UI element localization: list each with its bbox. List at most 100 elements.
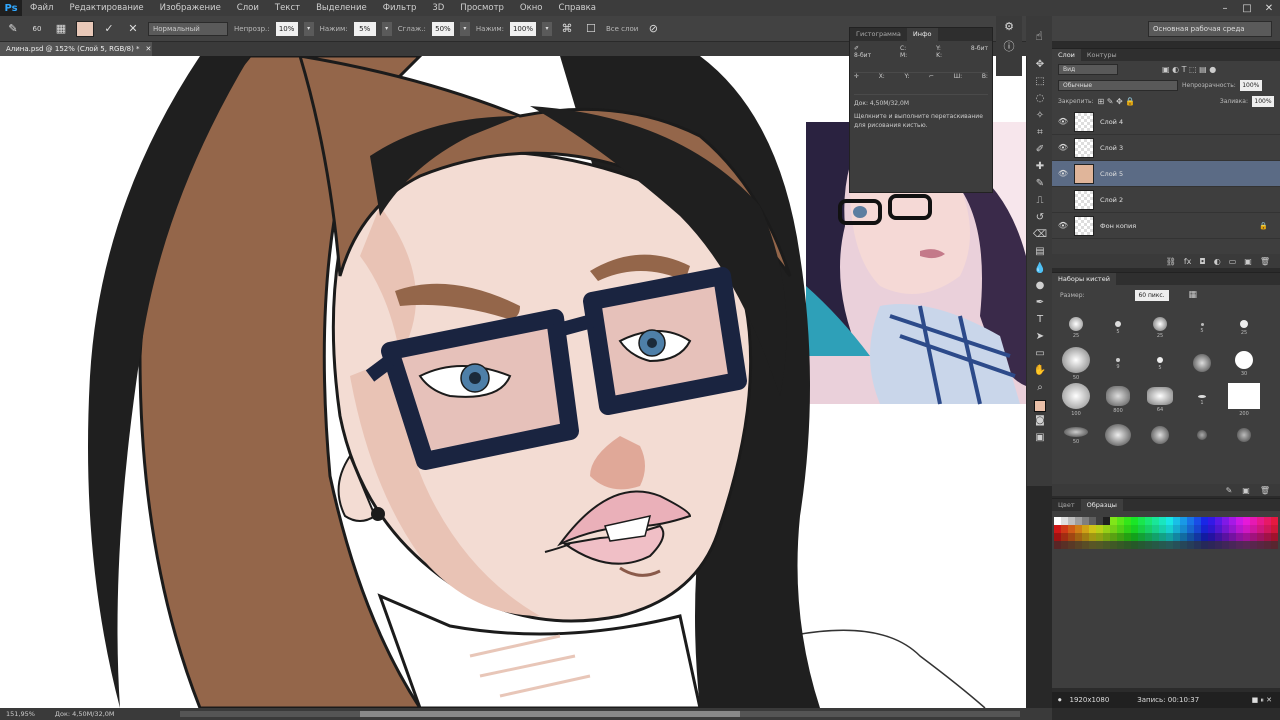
color-swatch[interactable] xyxy=(1236,517,1243,525)
delete-brush-icon[interactable]: 🗑 xyxy=(1260,486,1270,495)
color-swatch[interactable] xyxy=(1054,541,1061,549)
color-swatch[interactable] xyxy=(1117,541,1124,549)
color-swatch[interactable] xyxy=(1075,517,1082,525)
hand-tool-icon[interactable]: ✋ xyxy=(1027,362,1053,379)
foreground-color-swatch[interactable] xyxy=(1033,400,1046,412)
airbrush-icon[interactable]: ⌘ xyxy=(558,20,576,38)
blend-mode-select[interactable]: Обычные xyxy=(1058,79,1178,91)
horizontal-scrollbar[interactable] xyxy=(180,711,1020,717)
brush-preset[interactable]: 25 xyxy=(1224,311,1264,345)
tab-layers[interactable]: Слои xyxy=(1052,49,1081,61)
color-swatch[interactable] xyxy=(1096,517,1103,525)
flow-field[interactable]: 5% xyxy=(353,21,376,36)
color-swatch[interactable] xyxy=(1215,541,1222,549)
color-swatch[interactable] xyxy=(1187,517,1194,525)
menu-select[interactable]: Выделение xyxy=(308,3,375,13)
flow-dropdown-icon[interactable]: ▾ xyxy=(381,21,392,36)
brush-preset[interactable] xyxy=(1140,419,1180,453)
sample-all-checkbox[interactable]: ☐ xyxy=(582,20,600,38)
color-swatch[interactable] xyxy=(1131,525,1138,533)
strength-field[interactable]: 100% xyxy=(509,21,536,36)
color-swatch[interactable] xyxy=(1236,533,1243,541)
strength-dropdown-icon[interactable]: ▾ xyxy=(541,21,552,36)
color-swatch[interactable] xyxy=(1110,525,1117,533)
color-swatch[interactable] xyxy=(1243,517,1250,525)
color-swatch[interactable] xyxy=(1229,541,1236,549)
eraser-tool-icon[interactable]: ⌫ xyxy=(1027,226,1053,243)
color-swatch[interactable] xyxy=(1152,517,1159,525)
color-swatch[interactable] xyxy=(1180,517,1187,525)
color-swatch[interactable] xyxy=(1166,533,1173,541)
color-swatch[interactable] xyxy=(1089,517,1096,525)
brush-preset[interactable]: 9 xyxy=(1098,347,1138,381)
brush-preset-picker[interactable]: 60 xyxy=(28,20,46,38)
color-swatch[interactable] xyxy=(1222,517,1229,525)
color-swatch[interactable] xyxy=(1082,517,1089,525)
layer-row[interactable]: 👁 Фон копия 🔒 xyxy=(1052,213,1280,239)
color-swatch[interactable] xyxy=(1075,525,1082,533)
tab-info[interactable]: Инфо xyxy=(906,28,938,41)
shape-tool-icon[interactable]: ▭ xyxy=(1027,345,1053,362)
color-swatch[interactable] xyxy=(1054,525,1061,533)
color-swatch[interactable] xyxy=(1138,525,1145,533)
color-swatch[interactable] xyxy=(1180,533,1187,541)
color-swatch[interactable] xyxy=(1124,541,1131,549)
color-swatch[interactable] xyxy=(1138,533,1145,541)
color-swatch[interactable] xyxy=(1075,533,1082,541)
color-swatch[interactable] xyxy=(1264,517,1271,525)
color-swatch[interactable] xyxy=(1264,541,1271,549)
color-swatch[interactable] xyxy=(1096,541,1103,549)
color-swatch[interactable] xyxy=(1061,533,1068,541)
color-swatch[interactable] xyxy=(1250,525,1257,533)
color-swatch[interactable] xyxy=(1166,525,1173,533)
color-swatch[interactable] xyxy=(1194,517,1201,525)
delete-layer-icon[interactable]: 🗑 xyxy=(1260,257,1270,266)
color-swatch[interactable] xyxy=(1103,533,1110,541)
color-swatch[interactable] xyxy=(1187,541,1194,549)
color-swatch[interactable] xyxy=(1250,533,1257,541)
color-swatch[interactable] xyxy=(1250,541,1257,549)
gradient-tool-icon[interactable]: ▤ xyxy=(1027,243,1053,260)
type-tool-icon[interactable]: T xyxy=(1027,311,1053,328)
color-swatch[interactable] xyxy=(1208,517,1215,525)
menu-file[interactable]: Файл xyxy=(22,3,61,13)
color-swatch[interactable] xyxy=(1124,525,1131,533)
menu-image[interactable]: Изображение xyxy=(152,3,229,13)
pressure-icon[interactable]: ⊘ xyxy=(644,20,662,38)
layer-style-icon[interactable]: fx xyxy=(1184,257,1192,266)
layer-filter-icons[interactable]: ▣ ◐ T ⬚ ▤ ● xyxy=(1162,65,1216,74)
color-swatch[interactable] xyxy=(1117,525,1124,533)
layer-row[interactable]: 👁 Слой 4 xyxy=(1052,109,1280,135)
color-swatch[interactable] xyxy=(1173,517,1180,525)
brush-preset[interactable]: 5 xyxy=(1098,311,1138,345)
color-swatch[interactable] xyxy=(1201,525,1208,533)
layer-fill-field[interactable]: 100% xyxy=(1252,95,1274,107)
menu-layers[interactable]: Слои xyxy=(229,3,267,13)
color-swatch[interactable] xyxy=(1110,533,1117,541)
move-tool-icon[interactable]: ✥ xyxy=(1027,56,1053,73)
brush-preset[interactable] xyxy=(1098,419,1138,453)
color-swatch[interactable] xyxy=(1250,517,1257,525)
layer-filter-select[interactable]: Вид xyxy=(1058,63,1118,75)
color-swatch[interactable] xyxy=(1145,541,1152,549)
color-swatch[interactable] xyxy=(1089,541,1096,549)
visibility-eye-icon[interactable]: 👁 xyxy=(1056,143,1070,152)
brush-settings-icon[interactable]: ▦ xyxy=(1189,290,1198,300)
minimize-button[interactable]: – xyxy=(1214,0,1236,16)
menu-help[interactable]: Справка xyxy=(551,3,604,13)
color-swatch[interactable] xyxy=(1068,525,1075,533)
smooth-dropdown-icon[interactable]: ▾ xyxy=(459,21,470,36)
layer-opacity-field[interactable]: 100% xyxy=(1239,79,1262,91)
color-swatch[interactable] xyxy=(1236,525,1243,533)
color-swatch[interactable] xyxy=(1117,517,1124,525)
brush-preset[interactable]: 5 xyxy=(1182,311,1222,345)
color-swatch[interactable] xyxy=(1257,517,1264,525)
color-swatch[interactable] xyxy=(1271,525,1278,533)
color-swatch[interactable] xyxy=(1208,525,1215,533)
color-swatch[interactable] xyxy=(1264,533,1271,541)
color-swatch[interactable] xyxy=(1243,525,1250,533)
screen-mode-icon[interactable]: ▣ xyxy=(1027,429,1053,446)
color-swatch[interactable] xyxy=(1138,517,1145,525)
brush-preset[interactable] xyxy=(1182,347,1222,381)
color-swatch[interactable] xyxy=(1222,541,1229,549)
